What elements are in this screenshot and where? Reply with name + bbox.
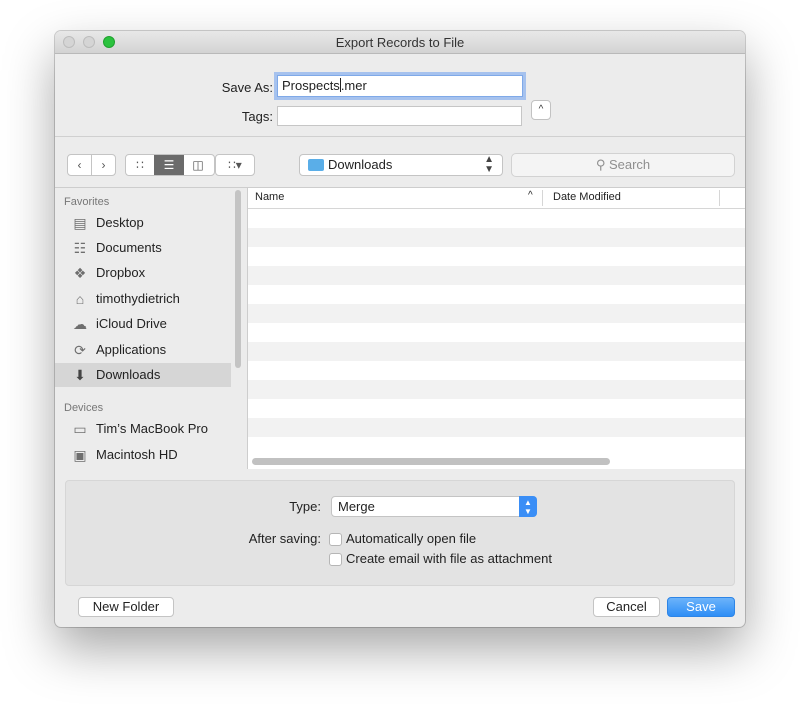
type-popup[interactable]: Merge ▲ ▼ bbox=[331, 496, 537, 517]
tags-label: Tags: bbox=[241, 109, 273, 124]
sidebar-item-label: Tim’s MacBook Pro bbox=[96, 421, 208, 436]
new-folder-button[interactable]: New Folder bbox=[78, 597, 174, 617]
save-dialog-window: Export Records to File Save As: Prospect… bbox=[55, 31, 745, 627]
sidebar-item-dropbox[interactable]: ❖ Dropbox bbox=[55, 261, 231, 285]
after-saving-label: After saving: bbox=[248, 531, 321, 546]
automatically-open-checkbox[interactable] bbox=[329, 533, 342, 546]
file-list-rows[interactable] bbox=[248, 209, 745, 449]
sidebar-item-documents[interactable]: ☷ Documents bbox=[55, 236, 231, 260]
view-mode-control: ∷ ☰ ◫ bbox=[125, 154, 215, 176]
sidebar: Favorites ▤ Desktop ☷ Documents ❖ Dropbo… bbox=[55, 188, 245, 469]
sidebar-header-devices: Devices bbox=[64, 402, 104, 414]
save-as-label: Save As: bbox=[221, 80, 273, 95]
column-header-row: Name ^ Date Modified bbox=[248, 188, 745, 209]
downloads-icon: ⬇ bbox=[74, 367, 86, 383]
sidebar-scrollbar[interactable] bbox=[235, 190, 241, 368]
home-icon: ⌂ bbox=[75, 291, 85, 307]
sidebar-item-macintosh-hd[interactable]: ▣ Macintosh HD bbox=[55, 443, 231, 467]
column-divider[interactable] bbox=[542, 190, 543, 206]
search-field[interactable]: ⚲ Search bbox=[511, 153, 735, 177]
file-list: Name ^ Date Modified bbox=[247, 188, 745, 469]
filename-text-after-cursor: .mer bbox=[340, 78, 367, 93]
forward-arrow-icon[interactable]: › bbox=[92, 155, 115, 175]
chevron-up-icon: ^ bbox=[538, 104, 544, 115]
type-value: Merge bbox=[338, 499, 375, 514]
create-email-checkbox[interactable] bbox=[329, 553, 342, 566]
filename-field[interactable]: Prospects.mer bbox=[277, 75, 523, 97]
sidebar-item-label: Applications bbox=[96, 342, 167, 357]
horizontal-scrollbar[interactable] bbox=[252, 458, 610, 465]
save-as-panel: Save As: Prospects.mer ^ Tags: bbox=[55, 54, 745, 137]
location-popup[interactable]: Downloads ▲ ▼ bbox=[299, 154, 503, 176]
back-forward-control: ‹ › bbox=[67, 154, 116, 176]
arrange-menu-button[interactable]: ∷▾ bbox=[215, 154, 255, 176]
updown-arrows-icon: ▲ ▼ bbox=[484, 154, 494, 175]
export-options-panel: Type: Merge ▲ ▼ After saving: Automatical… bbox=[65, 480, 735, 586]
back-arrow-icon[interactable]: ‹ bbox=[68, 155, 92, 175]
documents-icon: ☷ bbox=[73, 240, 87, 256]
create-email-label[interactable]: Create email with file as attachment bbox=[346, 551, 552, 566]
column-header-name[interactable]: Name bbox=[255, 191, 284, 203]
location-label: Downloads bbox=[328, 157, 393, 172]
filename-text-before-cursor: Prospects bbox=[282, 78, 340, 93]
applications-icon: ⟳ bbox=[74, 342, 86, 358]
column-view-icon[interactable]: ◫ bbox=[184, 155, 212, 175]
sidebar-item-label: iCloud Drive bbox=[96, 316, 167, 331]
sidebar-header-favorites: Favorites bbox=[64, 196, 110, 208]
title-bar: Export Records to File bbox=[55, 31, 745, 54]
type-label: Type: bbox=[289, 499, 321, 514]
laptop-icon: ▭ bbox=[73, 421, 87, 437]
search-placeholder: Search bbox=[608, 157, 651, 172]
sidebar-item-applications[interactable]: ⟳ Applications bbox=[55, 338, 231, 362]
tags-field[interactable] bbox=[277, 106, 522, 126]
column-header-date-modified[interactable]: Date Modified bbox=[553, 191, 621, 203]
window-title: Export Records to File bbox=[335, 35, 465, 50]
column-divider[interactable] bbox=[719, 190, 720, 206]
sidebar-item-icloud-drive[interactable]: ☁ iCloud Drive bbox=[55, 312, 231, 336]
cloud-icon: ☁ bbox=[73, 316, 87, 332]
automatically-open-label[interactable]: Automatically open file bbox=[346, 531, 476, 546]
save-button[interactable]: Save bbox=[667, 597, 735, 617]
sidebar-item-home[interactable]: ⌂ timothydietrich bbox=[55, 287, 231, 311]
sidebar-item-downloads[interactable]: ⬇ Downloads bbox=[55, 363, 231, 387]
sidebar-item-label: Documents bbox=[96, 240, 162, 255]
sidebar-item-label: Downloads bbox=[96, 367, 161, 382]
dropbox-icon: ❖ bbox=[73, 265, 87, 281]
sidebar-item-label: Macintosh HD bbox=[96, 447, 178, 462]
sidebar-item-desktop[interactable]: ▤ Desktop bbox=[55, 211, 231, 235]
icon-view-icon[interactable]: ∷ bbox=[126, 155, 154, 175]
harddisk-icon: ▣ bbox=[73, 447, 87, 463]
sidebar-item-label: Dropbox bbox=[96, 265, 146, 280]
sidebar-item-label: timothydietrich bbox=[96, 291, 180, 306]
sidebar-item-macbook[interactable]: ▭ Tim’s MacBook Pro bbox=[55, 417, 231, 441]
downloads-folder-icon bbox=[308, 159, 324, 171]
browser-toolbar: ‹ › ∷ ☰ ◫ ∷▾ Downloads ▲ ▼ ⚲ Search bbox=[55, 137, 745, 188]
desktop-icon: ▤ bbox=[73, 215, 87, 231]
expand-dialog-button[interactable]: ^ bbox=[531, 100, 551, 120]
sort-ascending-icon: ^ bbox=[528, 190, 533, 201]
list-view-icon[interactable]: ☰ bbox=[154, 155, 184, 175]
search-icon: ⚲ bbox=[595, 157, 606, 172]
updown-arrows-icon: ▲ ▼ bbox=[519, 496, 537, 517]
cancel-button[interactable]: Cancel bbox=[593, 597, 660, 617]
arrange-icon: ∷▾ bbox=[228, 158, 242, 172]
sidebar-item-label: Desktop bbox=[96, 215, 144, 230]
